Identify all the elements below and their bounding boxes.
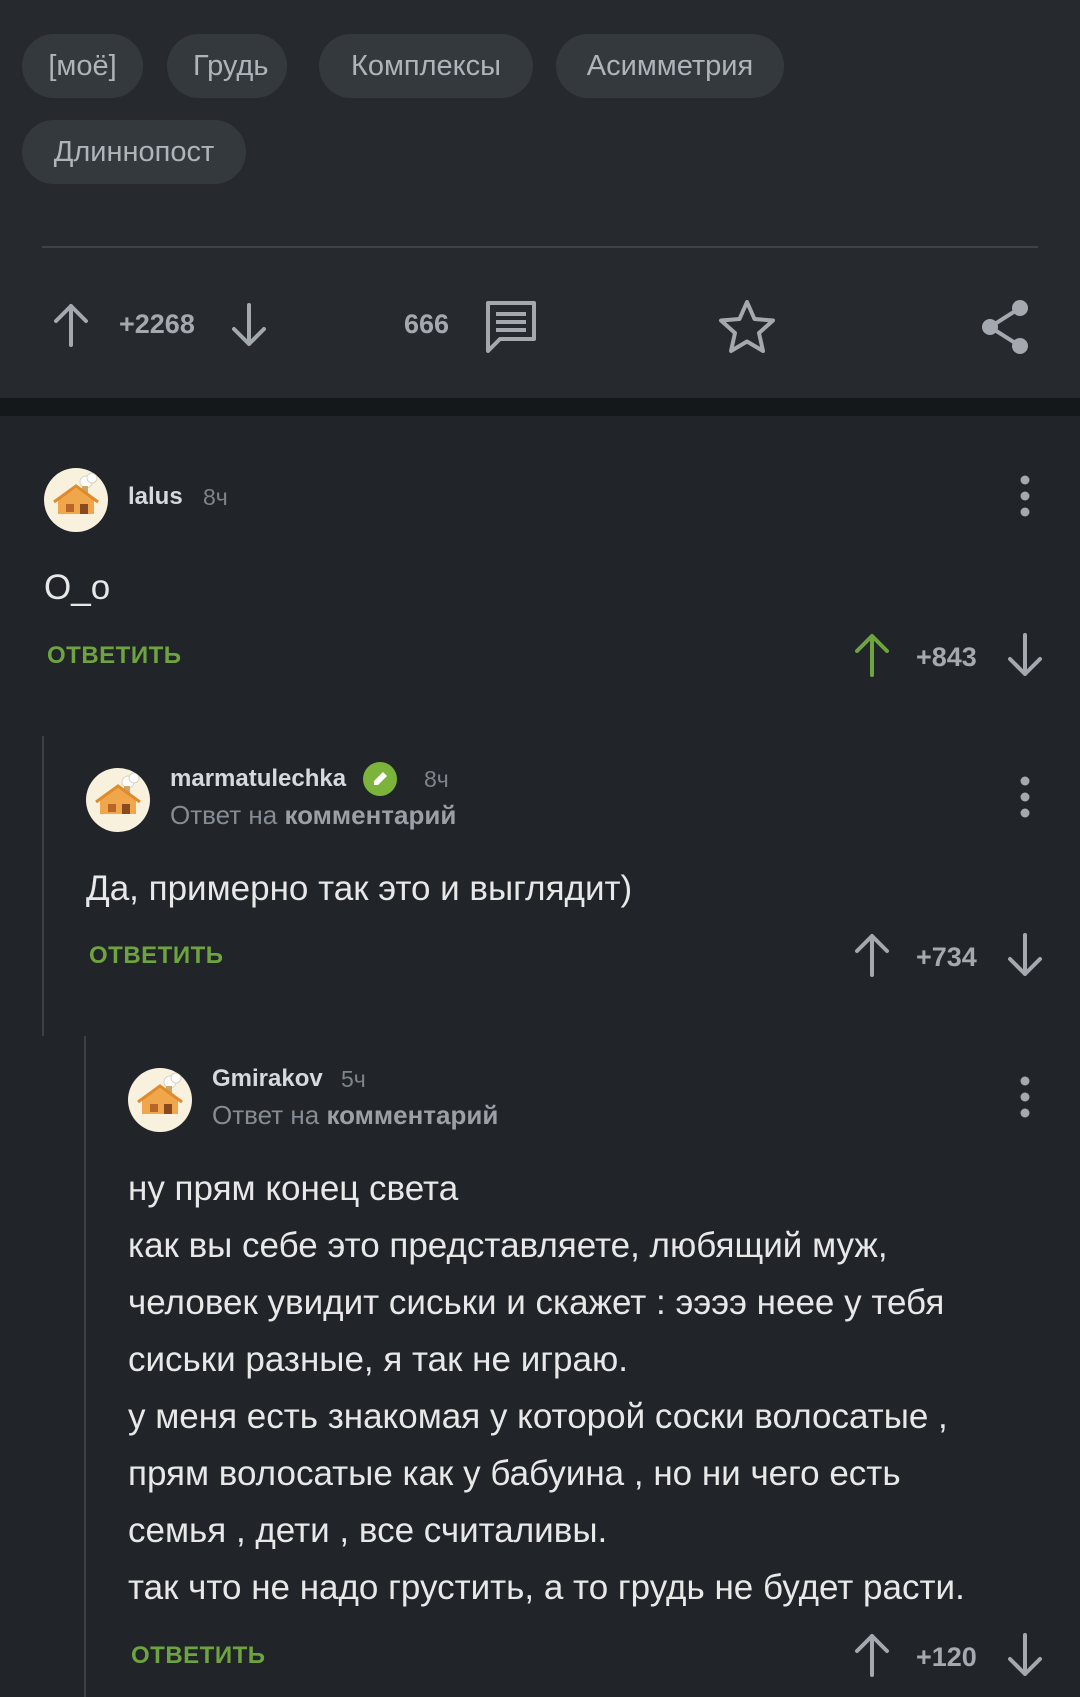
post-rating: +2268 [119, 309, 195, 339]
arrow-down-icon[interactable] [229, 302, 269, 348]
comment-score: +120 [916, 1642, 977, 1672]
comment-text-line: семья , дети , все считаливы. [128, 1511, 608, 1550]
more-vertical-icon[interactable] [1013, 775, 1037, 819]
reply-to-prefix: Ответ на [212, 1100, 327, 1130]
avatar-house-icon [137, 1072, 183, 1114]
comment-text-line: у меня есть знакомая у которой соски вол… [128, 1397, 948, 1436]
reply-to-label: Ответ на комментарий [212, 1100, 498, 1131]
arrow-down-icon[interactable] [1005, 1632, 1045, 1678]
author-badge [363, 762, 397, 796]
reply-button[interactable]: ОТВЕТИТЬ [89, 942, 224, 970]
divider [42, 246, 1038, 248]
comment-text-line: человек увидит сиськи и скажет : ээээ не… [128, 1283, 945, 1322]
comment-text: O_o [44, 568, 111, 607]
comment-text-line: сиськи разные, я так не играю. [128, 1340, 628, 1379]
avatar[interactable] [86, 768, 150, 832]
reply-button[interactable]: ОТВЕТИТЬ [131, 1642, 266, 1670]
comment: marmatulechka 8ч Ответ на комментарий Да… [0, 740, 1080, 1000]
comment-username[interactable]: marmatulechka [170, 765, 346, 793]
comment-text-line: прям волосатые как у бабуина , но ни чег… [128, 1454, 901, 1493]
tag-moe[interactable]: [моё] [22, 34, 143, 98]
reply-to-link[interactable]: комментарий [326, 1100, 498, 1130]
star-icon[interactable] [717, 298, 777, 356]
reply-button[interactable]: ОТВЕТИТЬ [47, 642, 182, 670]
comment-time: 8ч [424, 766, 449, 792]
section-separator [0, 398, 1080, 416]
post-action-bar: +2268 666 [0, 290, 1080, 360]
comment-text-line: ну прям конец света [128, 1169, 459, 1208]
comment-score: +734 [916, 942, 977, 972]
arrow-up-icon[interactable] [51, 302, 91, 348]
comment-text-line: так что не надо грустить, а то грудь не … [128, 1568, 965, 1607]
tag-dlinnopost[interactable]: Длиннопост [22, 120, 246, 184]
avatar[interactable] [44, 468, 108, 532]
avatar-house-icon [53, 472, 99, 514]
comment-text-line: как вы себе это представляете, любящий м… [128, 1226, 888, 1265]
arrow-up-icon[interactable] [852, 632, 892, 678]
post-footer: [моё] Грудь Комплексы Асимметрия Длинноп… [0, 0, 1080, 398]
avatar[interactable] [128, 1068, 192, 1132]
comment-text: Да, примерно так это и выглядит) [86, 869, 633, 908]
reply-to-prefix: Ответ на [170, 800, 285, 830]
more-vertical-icon[interactable] [1013, 474, 1037, 518]
tag-kompleksy[interactable]: Комплексы [319, 34, 533, 98]
reply-to-link[interactable]: комментарий [284, 800, 456, 830]
comment-time: 8ч [203, 484, 228, 510]
comment: Gmirakov 5ч Ответ на комментарий ну прям… [0, 1040, 1080, 1697]
comments-count: 666 [404, 309, 450, 339]
pencil-icon [374, 772, 387, 785]
comment-score: +843 [916, 642, 977, 672]
comment: lalus 8ч O_o ОТВЕТИТЬ +843 [0, 420, 1080, 700]
tag-grud[interactable]: Грудь [167, 34, 287, 98]
arrow-down-icon[interactable] [1005, 932, 1045, 978]
comment-icon[interactable] [483, 299, 539, 355]
avatar-house-icon [95, 772, 141, 814]
share-icon[interactable] [977, 298, 1033, 356]
comment-username[interactable]: Gmirakov [212, 1065, 323, 1093]
comment-time: 5ч [341, 1066, 366, 1092]
arrow-up-icon[interactable] [852, 932, 892, 978]
more-vertical-icon[interactable] [1013, 1075, 1037, 1119]
reply-to-label: Ответ на комментарий [170, 800, 456, 831]
arrow-down-icon[interactable] [1005, 632, 1045, 678]
arrow-up-icon[interactable] [852, 1632, 892, 1678]
comment-username[interactable]: lalus [128, 483, 183, 511]
tag-asimmetriya[interactable]: Асимметрия [556, 34, 784, 98]
